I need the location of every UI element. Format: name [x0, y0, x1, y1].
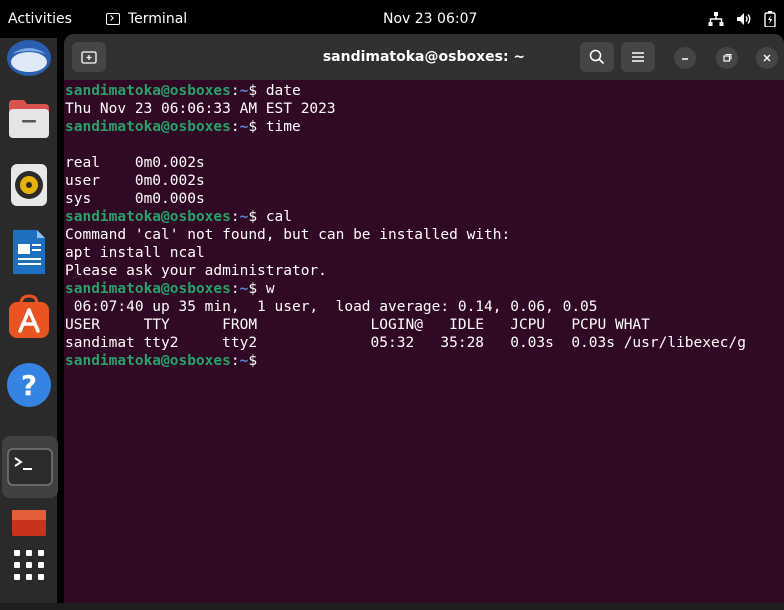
bottom-edge [0, 603, 784, 610]
prompt-symbol: $ [248, 209, 266, 225]
prompt-symbol: $ [248, 83, 266, 99]
search-button[interactable] [580, 42, 614, 72]
prompt-separator: : [230, 83, 240, 99]
command-text: cal [265, 209, 293, 225]
top-bar: Activities Terminal Nov 23 06:07 [0, 0, 784, 38]
prompt-line: sandimatoka@osboxes:~$ time [65, 118, 783, 136]
app-menu[interactable]: Terminal [106, 0, 187, 38]
files-icon [8, 100, 49, 138]
writer-launcher[interactable] [0, 228, 57, 278]
volume-icon [737, 13, 751, 25]
new-tab-icon [81, 51, 97, 64]
activities-button[interactable]: Activities [8, 0, 72, 38]
output-line: Thu Nov 23 06:06:33 AM EST 2023 [65, 101, 336, 117]
output-line: sys 0m0.000s [65, 191, 205, 207]
new-tab-button[interactable] [72, 42, 106, 72]
output-line: Command 'cal' not found, but can be inst… [65, 227, 511, 243]
output-line: user 0m0.002s [65, 173, 205, 189]
writer-icon [12, 230, 45, 274]
prompt-user: sandimatoka@osboxes [65, 281, 231, 297]
prompt-separator: : [230, 209, 240, 225]
terminal-launcher[interactable] [2, 436, 58, 498]
rhythmbox-icon [10, 164, 47, 206]
prompt-user: sandimatoka@osboxes [65, 353, 231, 369]
show-apps-icon [13, 550, 44, 580]
prompt-separator: : [230, 119, 240, 135]
terminal-icon [7, 448, 53, 486]
close-icon [763, 54, 771, 62]
output-line: 06:07:40 up 35 min, 1 user, load average… [65, 299, 598, 315]
show-apps-button[interactable] [0, 548, 57, 588]
output-line: USER TTY FROM LOGIN@ IDLE JCPU PCPU WHAT [65, 317, 650, 333]
output-line: apt install ncal [65, 245, 205, 261]
terminal-window: sandimatoka@osboxes: ~ sandimatoka@osbox… [64, 34, 784, 610]
restore-icon [723, 53, 732, 62]
thunderbird-icon [6, 40, 51, 76]
prompt-line: sandimatoka@osboxes:~$ date [65, 82, 783, 100]
prompt-line: sandimatoka@osboxes:~$ [65, 352, 783, 370]
command-text: date [265, 83, 301, 99]
prompt-line: sandimatoka@osboxes:~$ cal [65, 208, 783, 226]
minimize-icon [682, 58, 688, 60]
rhythmbox-launcher[interactable] [0, 162, 57, 212]
hamburger-menu-icon [632, 52, 644, 62]
screenshot-launcher[interactable] [0, 508, 57, 544]
terminal-output[interactable]: sandimatoka@osboxes:~$ date Thu Nov 23 06… [65, 80, 783, 610]
prompt-user: sandimatoka@osboxes [65, 119, 231, 135]
svg-text:?: ? [20, 369, 36, 402]
command-text: w [265, 281, 275, 297]
menu-button[interactable] [621, 42, 655, 72]
command-text: time [265, 119, 301, 135]
battery-icon [764, 11, 776, 27]
prompt-symbol: $ [248, 119, 266, 135]
output-line: sandimat tty2 tty2 05:32 35:28 0.03s 0.0… [65, 335, 746, 351]
thunderbird-launcher[interactable] [0, 40, 57, 80]
files-launcher[interactable] [0, 94, 57, 144]
screenshot-icon [11, 510, 46, 536]
minimize-button[interactable] [674, 47, 696, 69]
header-bar: sandimatoka@osboxes: ~ [64, 34, 784, 80]
dock: ? [0, 38, 58, 610]
app-center-icon [8, 294, 49, 338]
clock[interactable]: Nov 23 06:07 [383, 0, 477, 38]
terminal-app-icon [106, 13, 120, 25]
prompt-line: sandimatoka@osboxes:~$ w [65, 280, 783, 298]
app-menu-label: Terminal [128, 11, 188, 27]
prompt-separator: : [230, 353, 240, 369]
output-line: real 0m0.002s [65, 155, 205, 171]
search-icon [589, 49, 605, 65]
prompt-symbol: $ [248, 353, 266, 369]
help-icon: ? [6, 363, 51, 407]
prompt-symbol: $ [248, 281, 266, 297]
close-button[interactable] [756, 47, 778, 69]
app-center-launcher[interactable] [0, 294, 57, 344]
prompt-separator: : [230, 281, 240, 297]
output-line: Please ask your administrator. [65, 263, 327, 279]
prompt-user: sandimatoka@osboxes [65, 209, 231, 225]
prompt-user: sandimatoka@osboxes [65, 83, 231, 99]
maximize-button[interactable] [716, 47, 738, 69]
help-launcher[interactable]: ? [0, 362, 57, 412]
system-tray[interactable] [708, 0, 776, 38]
network-icon [708, 12, 724, 26]
